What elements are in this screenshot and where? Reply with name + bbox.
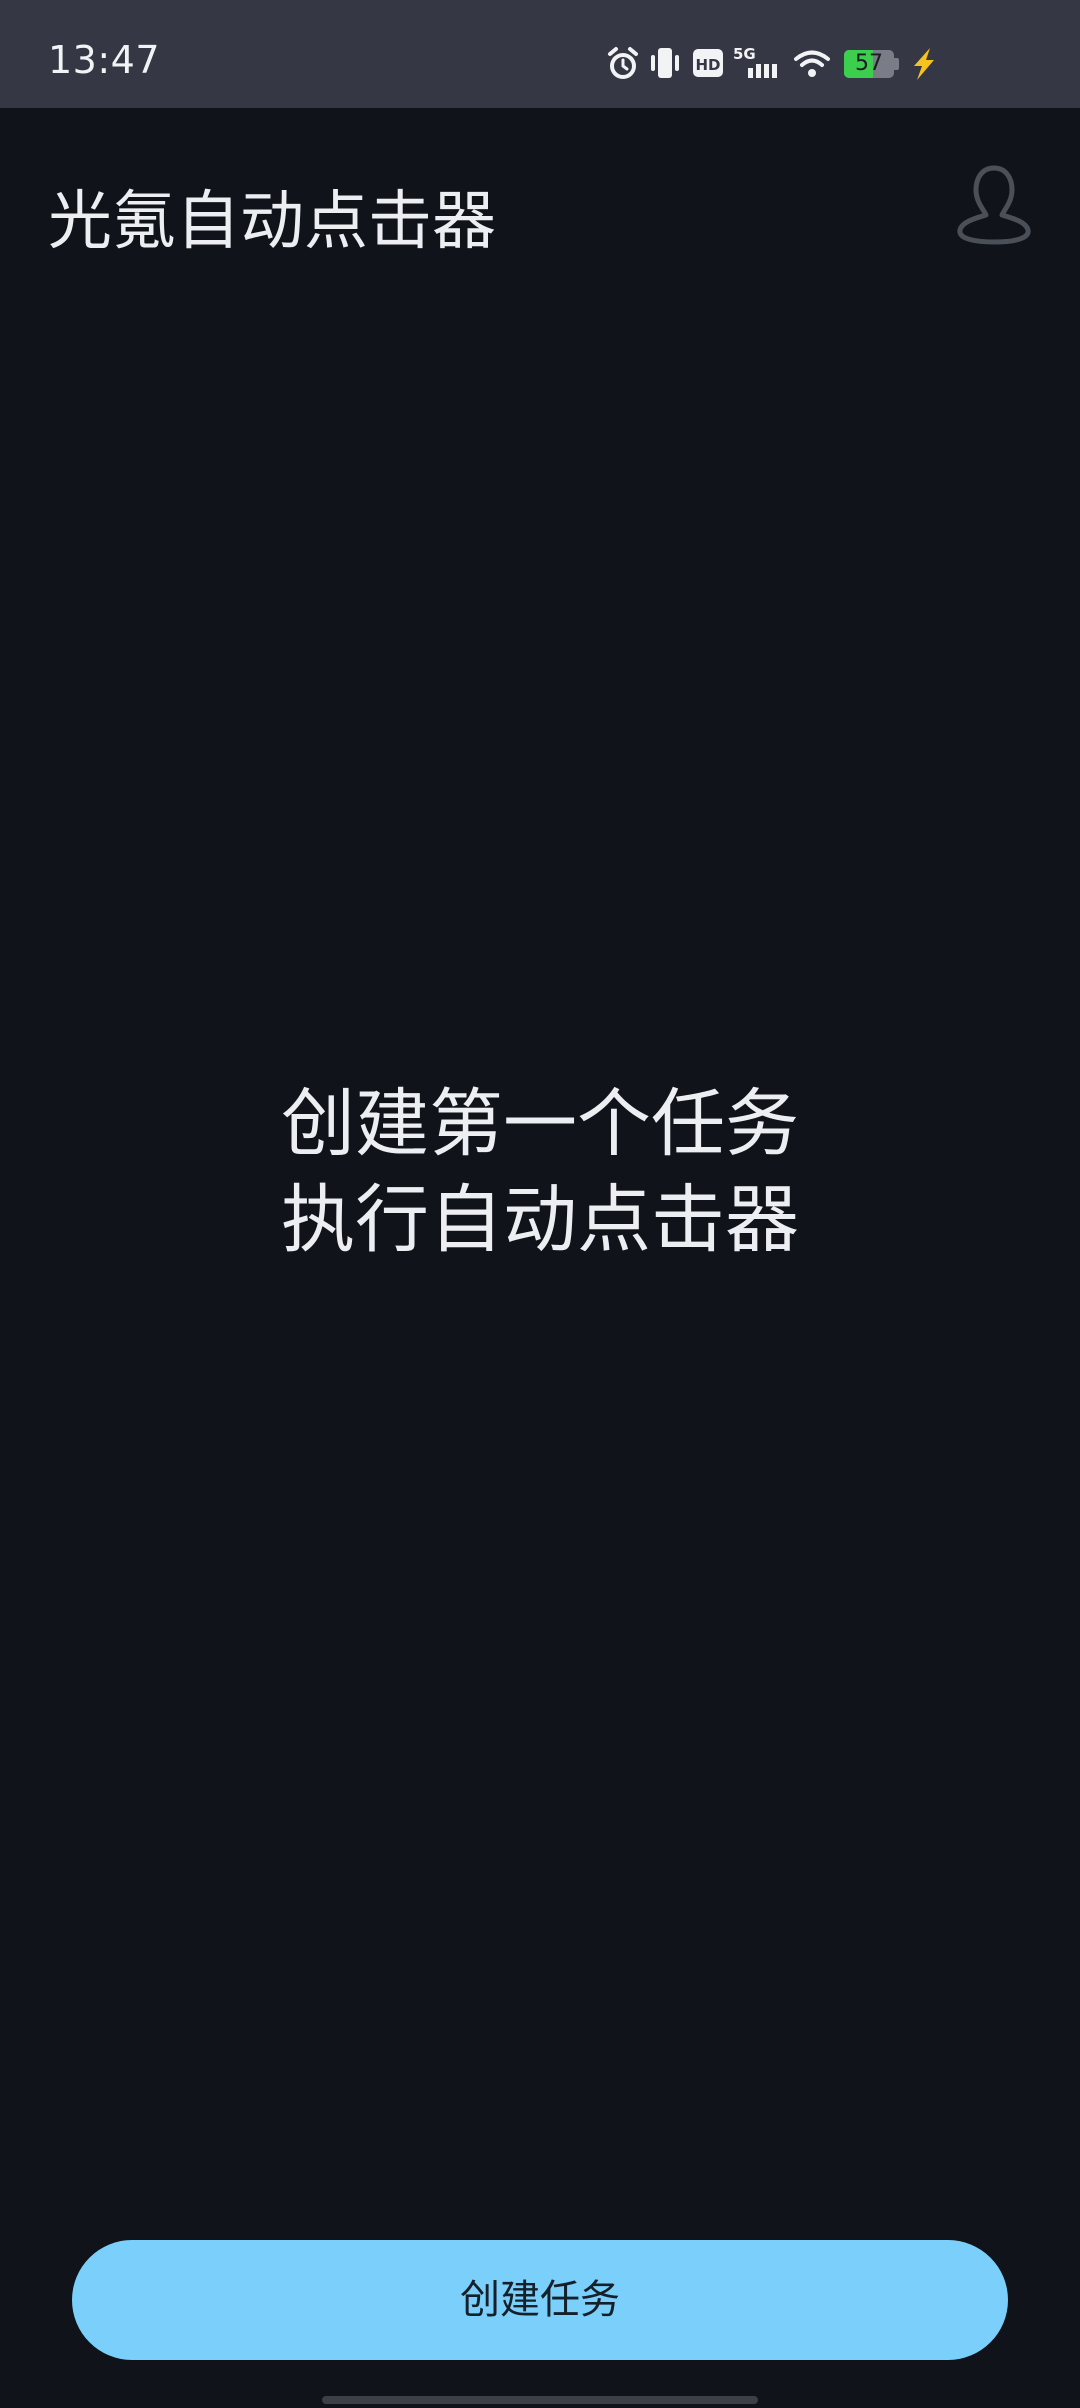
battery-icon: 57 xyxy=(844,50,899,78)
profile-button[interactable] xyxy=(954,160,1034,248)
charging-icon xyxy=(914,48,934,80)
status-time: 13:47 xyxy=(48,38,161,82)
home-indicator[interactable] xyxy=(322,2396,758,2404)
hd-icon: HD xyxy=(693,49,723,77)
create-task-button[interactable]: 创建任务 xyxy=(72,2240,1008,2360)
alarm-icon xyxy=(608,47,638,79)
status-bar: 13:47 HD 5G 57 xyxy=(0,0,1080,108)
empty-state-message: 创建第一个任务 执行自动点击器 xyxy=(0,1076,1080,1268)
empty-state-line-1: 创建第一个任务 xyxy=(281,1081,799,1167)
wifi-icon xyxy=(794,50,830,77)
5g-signal-icon: 5G xyxy=(733,45,777,78)
network-label: 5G xyxy=(733,45,756,63)
hd-label: HD xyxy=(695,56,720,74)
user-profile-icon xyxy=(957,165,1031,245)
battery-level: 57 xyxy=(855,51,883,76)
empty-state-line-2: 执行自动点击器 xyxy=(281,1177,799,1263)
app-title: 光氪自动点击器 xyxy=(48,185,496,259)
vibrate-icon xyxy=(651,48,679,78)
